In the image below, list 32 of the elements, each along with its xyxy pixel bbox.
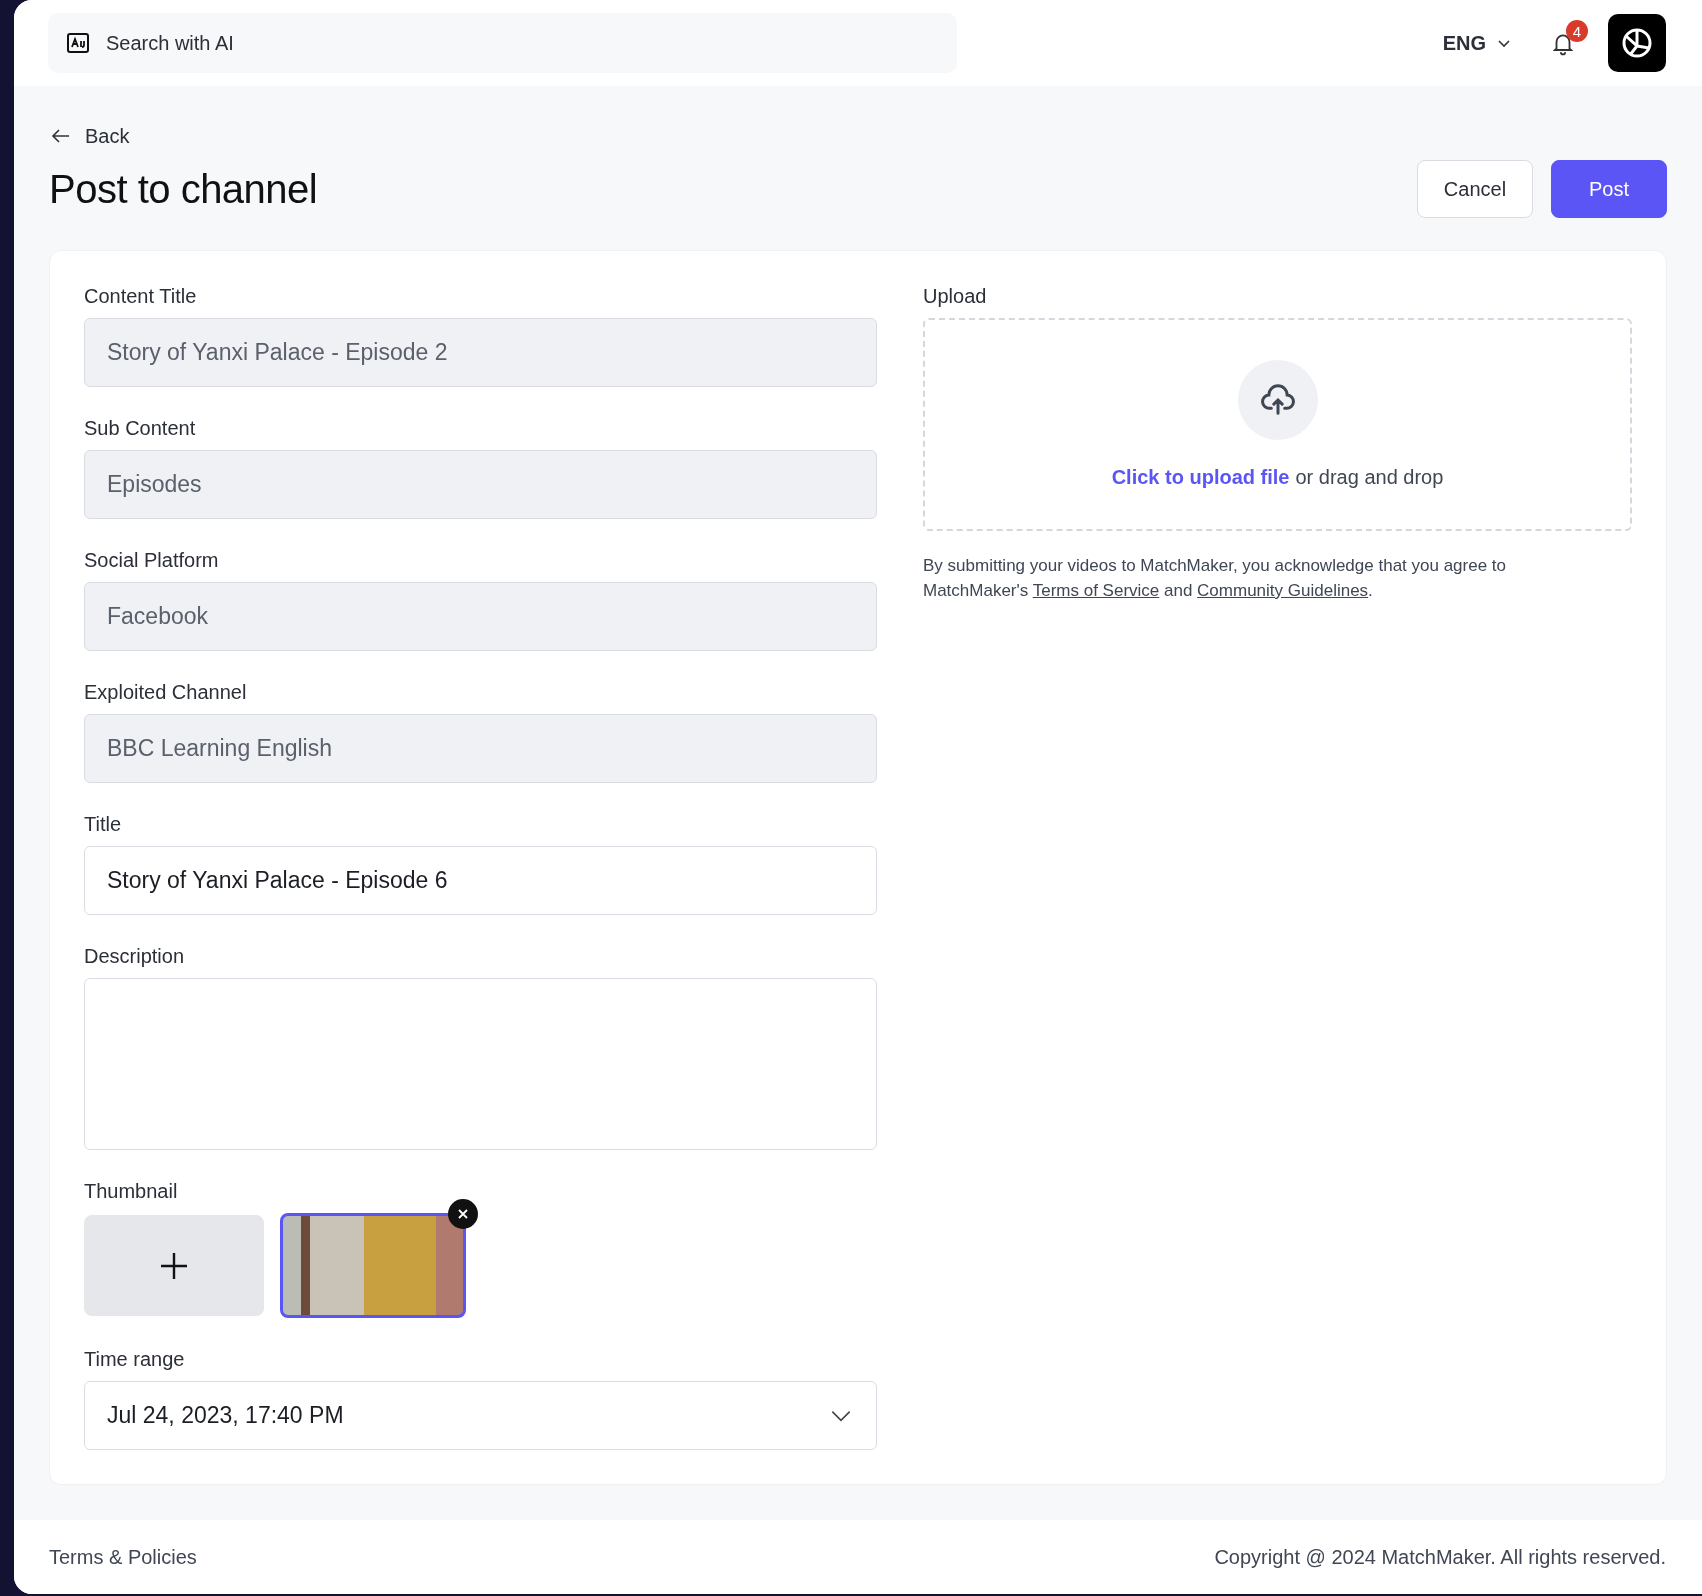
guidelines-link[interactable]: Community Guidelines [1197, 581, 1369, 600]
upload-hint: or drag and drop [1295, 466, 1444, 489]
field-label: Content Title [84, 285, 198, 308]
field-label: Thumbnail [84, 1180, 179, 1203]
upload-dropzone[interactable]: Click to upload file or drag and drop [923, 318, 1632, 531]
language-dropdown[interactable]: ENG [1436, 30, 1518, 56]
field-label: Sub Content [84, 417, 197, 440]
terms-link[interactable]: Terms of Service [1032, 581, 1160, 600]
terms-notice: By submitting your videos to MatchMaker, you acknowledge that you agree to MatchMaker's Terms of Service and Community Guidelines. [923, 555, 1508, 602]
search-field[interactable]: Search with AI [48, 13, 957, 73]
logo-icon[interactable] [1608, 14, 1666, 72]
field-label: Title [84, 813, 123, 836]
back-link[interactable]: Back [49, 124, 130, 148]
add-thumbnail-button[interactable] [84, 1215, 264, 1316]
field-label: Description [84, 945, 186, 968]
description-field[interactable] [84, 978, 877, 1150]
copyright-text: Copyright @ 2024 MatchMaker. All rights reserved. [1214, 1545, 1666, 1569]
post-button[interactable]: Post [1551, 160, 1667, 218]
field-label: Time range [84, 1348, 186, 1371]
field-label: Exploited Channel [84, 681, 248, 704]
policies-link[interactable]: Terms & Policies [49, 1545, 197, 1569]
plus-icon [159, 1250, 189, 1281]
page-title: Post to channel [49, 166, 318, 212]
text-field[interactable]: Story of Yanxi Palace - Episode 6 [84, 846, 877, 915]
field-label: Social Platform [84, 549, 220, 572]
close-icon[interactable] [448, 1199, 478, 1229]
cancel-button[interactable]: Cancel [1417, 160, 1533, 218]
photo-placeholder[interactable] [280, 1213, 466, 1318]
field-label: Upload [923, 285, 988, 308]
upload-link[interactable]: Click to upload file [1111, 466, 1290, 489]
date-dropdown[interactable]: Jul 24, 2023, 17:40 PM [84, 1381, 877, 1450]
notification-badge: 4 [1566, 20, 1588, 42]
